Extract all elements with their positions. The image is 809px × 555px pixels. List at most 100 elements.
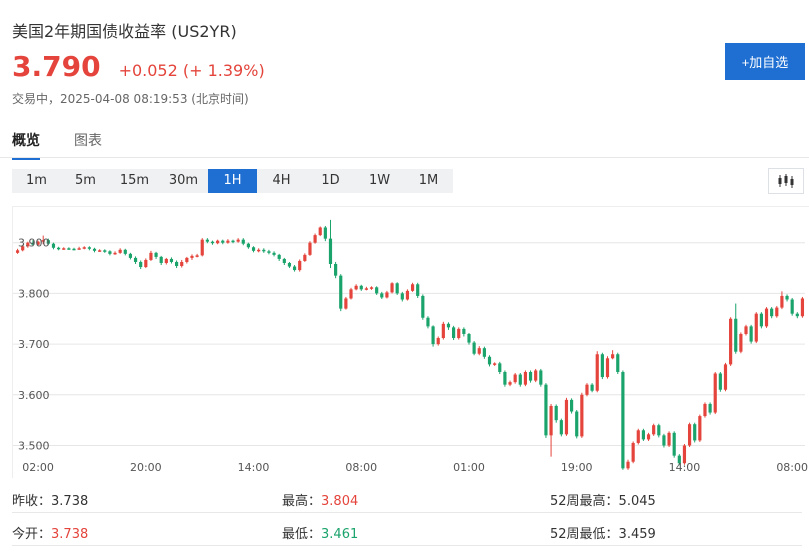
candle[interactable] [123,248,127,256]
interval-1m[interactable]: 1m [12,169,61,193]
candle[interactable] [77,246,81,250]
candle[interactable] [313,233,317,244]
candle[interactable] [693,422,697,443]
candle[interactable] [687,422,692,448]
candle[interactable] [369,286,374,290]
candle[interactable] [236,238,240,243]
candle[interactable] [164,257,168,265]
candle[interactable] [498,361,502,375]
candle[interactable] [334,261,338,279]
candle[interactable] [631,441,635,464]
candle[interactable] [385,290,389,299]
interval-1h[interactable]: 1H [208,169,257,193]
interval-15m[interactable]: 15m [110,169,159,193]
candle[interactable] [72,247,76,251]
candle[interactable] [175,260,179,269]
candle[interactable] [718,371,722,392]
candle[interactable] [554,404,558,423]
candle[interactable] [267,249,271,255]
candle[interactable] [323,225,327,242]
interval-1mo[interactable]: 1M [404,169,453,193]
candle[interactable] [303,253,307,262]
candle[interactable] [559,418,563,437]
candle[interactable] [308,241,312,256]
candle[interactable] [585,383,589,397]
candle[interactable] [636,428,640,445]
candle[interactable] [67,247,71,250]
candle[interactable] [87,246,91,251]
candle[interactable] [118,248,122,254]
candle[interactable] [282,257,286,266]
candle[interactable] [662,433,666,448]
candle[interactable] [749,324,753,344]
candle[interactable] [626,459,630,470]
candle[interactable] [359,284,363,291]
candle[interactable] [734,303,738,354]
candle[interactable] [349,287,353,300]
candle[interactable] [210,240,215,245]
candle[interactable] [354,284,358,291]
candle[interactable] [446,322,451,330]
candle[interactable] [503,370,507,387]
candle[interactable] [523,370,528,387]
candle[interactable] [328,219,333,269]
candle[interactable] [528,370,533,383]
candle[interactable] [698,414,702,442]
candle[interactable] [477,346,481,356]
candle[interactable] [62,247,66,250]
candle[interactable] [82,246,86,250]
candle[interactable] [513,372,517,384]
candle[interactable] [216,239,220,245]
candle[interactable] [416,282,420,298]
candle[interactable] [703,402,707,418]
candle[interactable] [759,312,763,329]
candle[interactable] [775,306,779,318]
candle[interactable] [452,325,456,341]
candle[interactable] [672,431,676,458]
candle[interactable] [795,312,799,319]
candle[interactable] [390,282,394,294]
candle[interactable] [410,282,415,292]
candle[interactable] [785,294,789,302]
candle[interactable] [600,352,604,380]
candle[interactable] [667,431,671,448]
interval-30m[interactable]: 30m [159,169,208,193]
candle[interactable] [729,317,733,366]
candle[interactable] [739,332,743,354]
interval-1w[interactable]: 1W [355,169,404,193]
candle[interactable] [539,368,543,387]
candle[interactable] [549,403,553,457]
candle[interactable] [518,372,522,387]
candle[interactable] [298,259,302,272]
candle[interactable] [159,255,163,266]
candle[interactable] [616,352,620,375]
candle[interactable] [508,380,512,387]
candle[interactable] [421,294,425,320]
candle[interactable] [770,307,774,319]
candle[interactable] [713,371,717,415]
interval-4h[interactable]: 4H [257,169,306,193]
candle[interactable] [139,260,143,270]
candle[interactable] [108,250,112,256]
candle[interactable] [292,265,297,272]
candle[interactable] [395,282,399,295]
candle[interactable] [744,324,748,336]
candle[interactable] [564,397,569,436]
candle[interactable] [472,341,476,356]
candle[interactable] [339,274,343,312]
candle[interactable] [344,296,348,310]
candle[interactable] [133,256,138,264]
candle[interactable] [595,351,599,393]
candle[interactable] [605,356,610,379]
candle[interactable] [544,383,548,438]
candle[interactable] [580,392,584,438]
candle[interactable] [641,428,645,441]
candle[interactable] [262,248,266,253]
candle[interactable] [652,423,656,436]
candle[interactable] [98,249,102,252]
candle[interactable] [590,383,594,393]
candle[interactable] [493,362,497,366]
candle[interactable] [154,251,158,259]
candle[interactable] [754,312,758,344]
candle[interactable] [534,368,538,383]
